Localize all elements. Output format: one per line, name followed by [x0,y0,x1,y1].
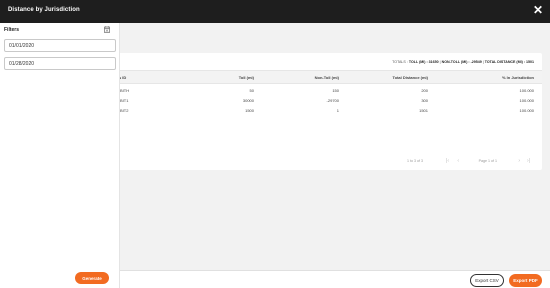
previous-page-icon[interactable]: ‹ [457,158,459,164]
cell-non-toll: 150 [332,88,339,93]
column-header-toll[interactable]: Toll (mi) [239,75,254,80]
table-row: JBIT2 1500 1 1501 100.000 [112,105,542,115]
table-header: ’s ID Toll (mi) Non-Toll (mi) Total Dist… [112,70,542,84]
table-row: JBIT1 30000 -29700 300 100.000 [112,95,542,105]
table-row: JBITH 50 150 200 100.000 [112,85,542,95]
totals-distance: TOTAL DISTANCE (MI) : 1501 [484,60,534,64]
totals-prefix: TOTALS : [392,60,408,64]
pagination-count: 1 to 3 of 3 [407,159,423,163]
next-page-icon[interactable]: › [518,158,520,164]
totals-toll: TOLL (MI) : 31650 [408,60,439,64]
cell-non-toll: 1 [336,108,339,113]
totals-summary: TOTALS : TOLL (MI) : 31650 | NON-TOLL (M… [392,60,534,64]
title-bar: Distance by Jurisdiction ✕ [0,0,550,23]
end-date-field[interactable] [4,57,116,70]
cell-total: 300 [421,98,428,103]
cell-non-toll: -29700 [326,98,339,103]
column-header-percent-jurisdiction[interactable]: % In Jurisdiction [502,75,534,80]
cell-toll: 50 [249,88,254,93]
export-csv-button[interactable]: Export CSV [470,274,504,287]
close-icon[interactable]: ✕ [533,4,543,16]
cell-total: 1501 [419,108,428,113]
totals-non-toll: NON-TOLL (MI) : -29549 [441,60,482,64]
column-header-total-distance[interactable]: Total Distance (mi) [393,75,429,80]
cell-percent: 100.000 [519,108,534,113]
cell-toll: 30000 [242,98,254,103]
filters-sidebar: Filters Generate [0,23,120,288]
export-pdf-button[interactable]: Export PDF [509,274,542,287]
results-card: TOTALS : TOLL (MI) : 31650 | NON-TOLL (M… [112,53,542,170]
cell-percent: 100.000 [519,88,534,93]
dialog-title: Distance by Jurisdiction [8,7,80,13]
first-page-icon[interactable]: |‹ [446,158,449,164]
generate-button[interactable]: Generate [75,272,109,284]
cell-total: 200 [421,88,428,93]
calendar-clear-icon[interactable] [104,26,110,33]
filters-title: Filters [4,27,20,33]
cell-percent: 100.000 [519,98,534,103]
start-date-field[interactable] [4,39,116,52]
last-page-icon[interactable]: ›| [527,158,530,164]
pagination-page: Page 1 of 1 [478,159,497,163]
cell-toll: 1500 [245,108,254,113]
column-header-non-toll[interactable]: Non-Toll (mi) [315,75,339,80]
